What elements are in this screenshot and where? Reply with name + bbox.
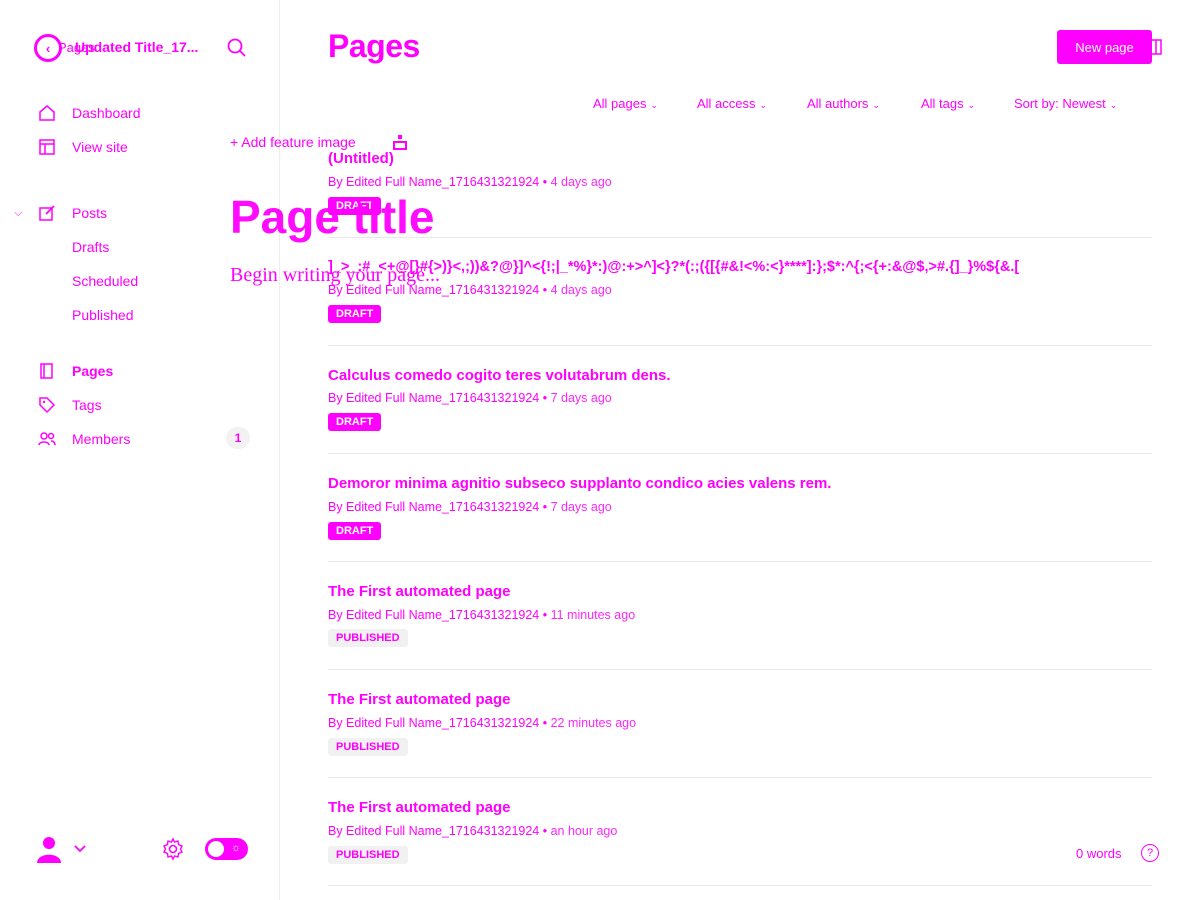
chevron-down-icon: ⌄ [967, 100, 976, 110]
status-badge: DRAFT [328, 522, 382, 540]
title-input[interactable]: Page title [230, 190, 435, 244]
page-item-meta: By Edited Full Name_1716431321924 • 4 da… [328, 175, 612, 189]
sidebar-item-label: Dashboard [72, 105, 141, 121]
word-count: 0 words [1076, 846, 1122, 861]
page-item-meta: By Edited Full Name_1716431321924 • 22 m… [328, 716, 637, 730]
sidebar-item-members[interactable]: Members [36, 427, 130, 451]
help-icon[interactable]: ? [1141, 844, 1159, 862]
status-badge: PUBLISHED [328, 629, 408, 647]
sidebar-toggle-icon[interactable] [1150, 39, 1162, 55]
page-icon [36, 360, 58, 382]
add-feature-image-label: Add feature image [241, 134, 356, 150]
page-item-meta: By Edited Full Name_1716431321924 • an h… [328, 824, 618, 838]
search-icon[interactable] [226, 37, 248, 59]
sidebar-item-published[interactable]: Published [72, 307, 134, 323]
sidebar-item-dashboard[interactable]: Dashboard [36, 101, 141, 125]
chevron-down-icon: ⌄ [1109, 100, 1118, 110]
chevron-down-icon: ⌄ [650, 100, 659, 110]
page-title: Pages [328, 28, 420, 64]
status-badge: DRAFT [328, 305, 382, 323]
status-badge: PUBLISHED [328, 846, 408, 864]
sidebar-item-posts[interactable]: Posts [36, 201, 107, 225]
page-item-meta: By Edited Full Name_1716431321924 • 7 da… [328, 391, 612, 405]
filter-label: All access [697, 96, 756, 111]
edit-icon [36, 202, 58, 224]
filter-label: All pages [593, 96, 647, 111]
filter-access[interactable]: All access ⌄ [697, 96, 767, 111]
filter-label: All authors [807, 96, 869, 111]
tag-icon [36, 394, 58, 416]
home-icon [36, 102, 58, 124]
sort-dropdown[interactable]: Sort by: Newest ⌄ [1014, 96, 1117, 111]
members-icon [36, 428, 58, 450]
gear-icon[interactable] [161, 837, 185, 861]
page-item-title: Calculus comedo cogito teres volutabrum … [328, 367, 671, 384]
list-item[interactable]: Demoror minima agnitio subseco supplanto… [328, 454, 1152, 562]
sidebar-item-view-site[interactable]: View site [36, 135, 128, 159]
sort-label: Sort by: Newest [1014, 96, 1106, 111]
sidebar-item-label: Tags [72, 397, 102, 413]
filter-tags[interactable]: All tags ⌄ [921, 96, 975, 111]
add-feature-image-button[interactable]: + Add feature image [230, 134, 356, 150]
filter-pages[interactable]: All pages ⌄ [593, 96, 658, 111]
sidebar-item-label: Pages [72, 363, 114, 379]
sidebar-item-label: Posts [72, 205, 108, 221]
chevron-down-icon: ⌄ [872, 100, 880, 110]
list-item[interactable]: The First automated page By Edited Full … [328, 778, 1152, 886]
members-count-badge: 1 [226, 427, 250, 449]
page-item-title: The First automated page [328, 799, 511, 816]
cursor-icon [393, 135, 407, 150]
sun-icon: ☼ [231, 842, 242, 854]
sidebar-item-label: Members [72, 431, 131, 447]
status-badge: PUBLISHED [328, 738, 408, 756]
list-item[interactable]: The First automated page By Edited Full … [328, 562, 1152, 670]
filter-authors[interactable]: All authors ⌄ [807, 96, 880, 111]
breadcrumb-title: Updated Title_17... [75, 39, 199, 55]
page-item-title: The First automated page [328, 583, 511, 600]
list-item[interactable]: (Untitled) By Edited Full Name_171643132… [328, 130, 1152, 238]
list-item[interactable]: The First automated page By Edited Full … [328, 670, 1152, 778]
chevron-down-icon[interactable]: ⌵ [14, 207, 22, 220]
sidebar-item-label: View site [72, 139, 128, 155]
page-item-title: (Untitled) [328, 150, 394, 167]
sidebar-item-tags[interactable]: Tags [36, 393, 102, 417]
body-editor[interactable]: Begin writing your page... [230, 264, 440, 287]
new-page-button[interactable]: New page [1057, 30, 1152, 64]
list-item[interactable]: Calculus comedo cogito teres volutabrum … [328, 346, 1152, 454]
layout-icon [36, 136, 58, 158]
toggle-knob [208, 841, 224, 857]
sidebar-item-pages[interactable]: Pages [36, 359, 113, 383]
page-item-title: Demoror minima agnitio subseco supplanto… [328, 475, 832, 492]
plus-icon: + [230, 134, 242, 150]
page-item-meta: By Edited Full Name_1716431321924 • 11 m… [328, 608, 636, 622]
chevron-down-icon: ⌄ [759, 100, 768, 110]
filter-label: All tags [921, 96, 964, 111]
sidebar-item-drafts[interactable]: Drafts [72, 239, 109, 255]
chevron-left-icon: ‹ [45, 40, 51, 56]
page-item-meta: By Edited Full Name_1716431321924 • 7 da… [328, 500, 612, 514]
page-item-title: The First automated page [328, 691, 511, 708]
chevron-down-icon[interactable] [72, 840, 88, 856]
avatar[interactable] [34, 834, 64, 864]
list-item[interactable]: By Edited Full Name_1716431321924 • 4 da… [328, 238, 1152, 346]
status-badge: DRAFT [328, 413, 382, 431]
theme-toggle[interactable]: ☼ [205, 838, 248, 860]
sidebar-item-scheduled[interactable]: Scheduled [72, 273, 138, 289]
